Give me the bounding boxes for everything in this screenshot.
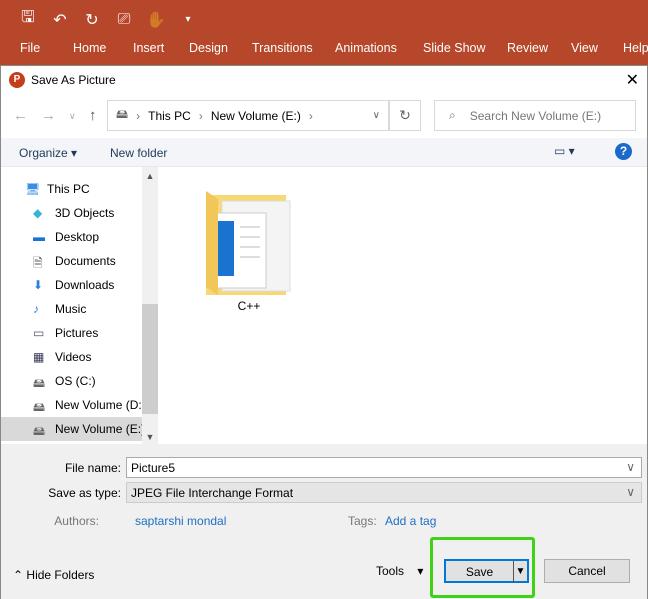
ribbon: 🖫 ↶ ↻ ⎚ ✋ ▾ File Home Insert Design Transiti…: [0, 0, 648, 65]
desktop-icon: ▬: [33, 230, 45, 244]
new-folder-button[interactable]: New folder: [110, 146, 167, 160]
highlight-box: [430, 537, 535, 598]
undo-icon[interactable]: ↶: [50, 10, 70, 30]
scroll-down-icon[interactable]: ▼: [142, 432, 158, 442]
breadcrumb-this-pc[interactable]: This PC: [148, 109, 191, 123]
present-icon[interactable]: ⎚: [114, 11, 134, 29]
nav-item-label: Desktop: [55, 230, 100, 244]
nav-item-videos[interactable]: ▦ Videos: [1, 345, 142, 369]
folder-icon: [206, 191, 291, 295]
nav-item-label: New Volume (E:): [55, 422, 142, 436]
nav-item-label: New Volume (D:): [55, 398, 142, 412]
authors-label: Authors:: [54, 514, 99, 528]
scrollbar-thumb[interactable]: [142, 304, 158, 414]
chevron-up-icon: ⌃: [13, 568, 24, 582]
nav-item-new-volume-e-[interactable]: 🖴 New Volume (E:): [1, 417, 142, 441]
documents-icon: 🗎: [33, 256, 43, 270]
tab-review[interactable]: Review: [507, 41, 548, 55]
quick-access-toolbar: 🖫 ↶ ↻ ⎚ ✋ ▾: [18, 6, 198, 33]
tab-view[interactable]: View: [571, 41, 598, 55]
file-list: C++: [159, 167, 647, 444]
save-options: File name: Picture5 ∨ Save as type: JPEG …: [1, 444, 647, 599]
save-as-dialog: P Save As Picture ✕ ← → ∨ ↑ 🖴 › This PC …: [0, 65, 648, 599]
dialog-title: Save As Picture: [31, 73, 116, 87]
tools-button[interactable]: Tools ▾: [376, 564, 423, 578]
drive-icon: 🖴: [33, 424, 46, 438]
nav-item-this-pc[interactable]: 🖥 This PC: [1, 177, 142, 201]
nav-item-desktop[interactable]: ▬ Desktop: [1, 225, 142, 249]
customize-icon[interactable]: ▾: [178, 14, 198, 25]
nav-item-label: Music: [55, 302, 87, 316]
nav-item-label: This PC: [47, 182, 90, 196]
nav-item-label: 3D Objects: [55, 206, 115, 220]
folder-item[interactable]: C++: [204, 187, 294, 313]
authors-value[interactable]: saptarshi mondal: [135, 514, 226, 528]
toolbar: Organize ▾ New folder ▭ ▾ ?: [1, 138, 647, 167]
search-input[interactable]: ⌕ Search New Volume (E:): [434, 100, 636, 131]
close-icon[interactable]: ✕: [626, 70, 639, 90]
tab-file[interactable]: File: [20, 41, 40, 55]
tab-insert[interactable]: Insert: [133, 41, 164, 55]
tags-label: Tags:: [348, 514, 377, 528]
nav-item-os-c-[interactable]: 🖴 OS (C:): [1, 369, 142, 393]
file-name-input[interactable]: Picture5 ∨: [126, 457, 642, 478]
videos-icon: ▦: [33, 350, 45, 364]
nav-item-documents[interactable]: 🗎 Documents: [1, 249, 142, 273]
forward-icon[interactable]: →: [41, 107, 56, 124]
music-icon: ♪: [33, 302, 39, 316]
view-options-icon[interactable]: ▭ ▾: [554, 144, 575, 158]
save-type-label: Save as type:: [48, 486, 121, 500]
save-type-select[interactable]: JPEG File Interchange Format ∨: [126, 482, 642, 503]
nav-item-label: OS (C:): [55, 374, 96, 388]
pictures-icon: ▭: [33, 326, 45, 340]
search-icon: ⌕: [449, 108, 456, 122]
nav-item-music[interactable]: ♪ Music: [1, 297, 142, 321]
navigation-pane: 🖥 This PC ◆ 3D Objects ▬ Desktop 🗎 Documents ⬇ Do…: [1, 167, 158, 444]
computer-icon: 🖥: [25, 182, 41, 196]
nav-item-label: Documents: [55, 254, 116, 268]
cancel-button[interactable]: Cancel: [544, 559, 630, 583]
refresh-icon[interactable]: ↻: [389, 100, 421, 131]
address-bar[interactable]: 🖴 › This PC › New Volume (E:) › ∨: [107, 100, 389, 131]
redo-icon[interactable]: ↻: [82, 10, 102, 30]
nav-item-label: Videos: [55, 350, 92, 364]
nav-item-label: Downloads: [55, 278, 115, 292]
help-icon[interactable]: ?: [615, 143, 632, 160]
scroll-up-icon[interactable]: ▲: [142, 171, 158, 181]
tab-animations[interactable]: Animations: [335, 41, 397, 55]
drive-icon: 🖴: [33, 376, 46, 390]
nav-item-3d-objects[interactable]: ◆ 3D Objects: [1, 201, 142, 225]
chevron-down-icon: ∨: [626, 485, 635, 499]
tab-slide-show[interactable]: Slide Show: [423, 41, 486, 55]
powerpoint-icon: P: [9, 72, 25, 88]
download-icon: ⬇: [33, 278, 44, 292]
scrollbar[interactable]: ▲ ▼: [142, 167, 158, 444]
breadcrumb-new-volume[interactable]: New Volume (E:): [211, 109, 301, 123]
nav-item-new-volume-d-[interactable]: 🖴 New Volume (D:): [1, 393, 142, 417]
tab-transitions[interactable]: Transitions: [252, 41, 313, 55]
file-name-label: File name:: [64, 461, 121, 475]
drive-icon: 🖴: [116, 107, 129, 121]
nav-item-label: Pictures: [55, 326, 99, 340]
chevron-down-icon: ∨: [626, 460, 635, 474]
add-tag-link[interactable]: Add a tag: [385, 514, 436, 528]
hide-folders-button[interactable]: ⌃ Hide Folders: [13, 568, 94, 582]
up-icon[interactable]: ↑: [89, 107, 97, 124]
back-icon[interactable]: ←: [13, 107, 28, 124]
cube-icon: ◆: [33, 206, 43, 220]
organize-button[interactable]: Organize ▾: [19, 146, 77, 160]
nav-item-pictures[interactable]: ▭ Pictures: [1, 321, 142, 345]
tab-home[interactable]: Home: [73, 41, 106, 55]
chevron-down-icon[interactable]: ∨: [373, 110, 380, 121]
drive-icon: 🖴: [33, 400, 46, 414]
recent-dropdown-icon[interactable]: ∨: [69, 111, 76, 122]
attach-icon: ✋: [146, 11, 166, 29]
tab-design[interactable]: Design: [189, 41, 228, 55]
nav-item-downloads[interactable]: ⬇ Downloads: [1, 273, 142, 297]
tab-help[interactable]: Help: [623, 41, 648, 55]
save-icon[interactable]: 🖫: [18, 6, 38, 33]
